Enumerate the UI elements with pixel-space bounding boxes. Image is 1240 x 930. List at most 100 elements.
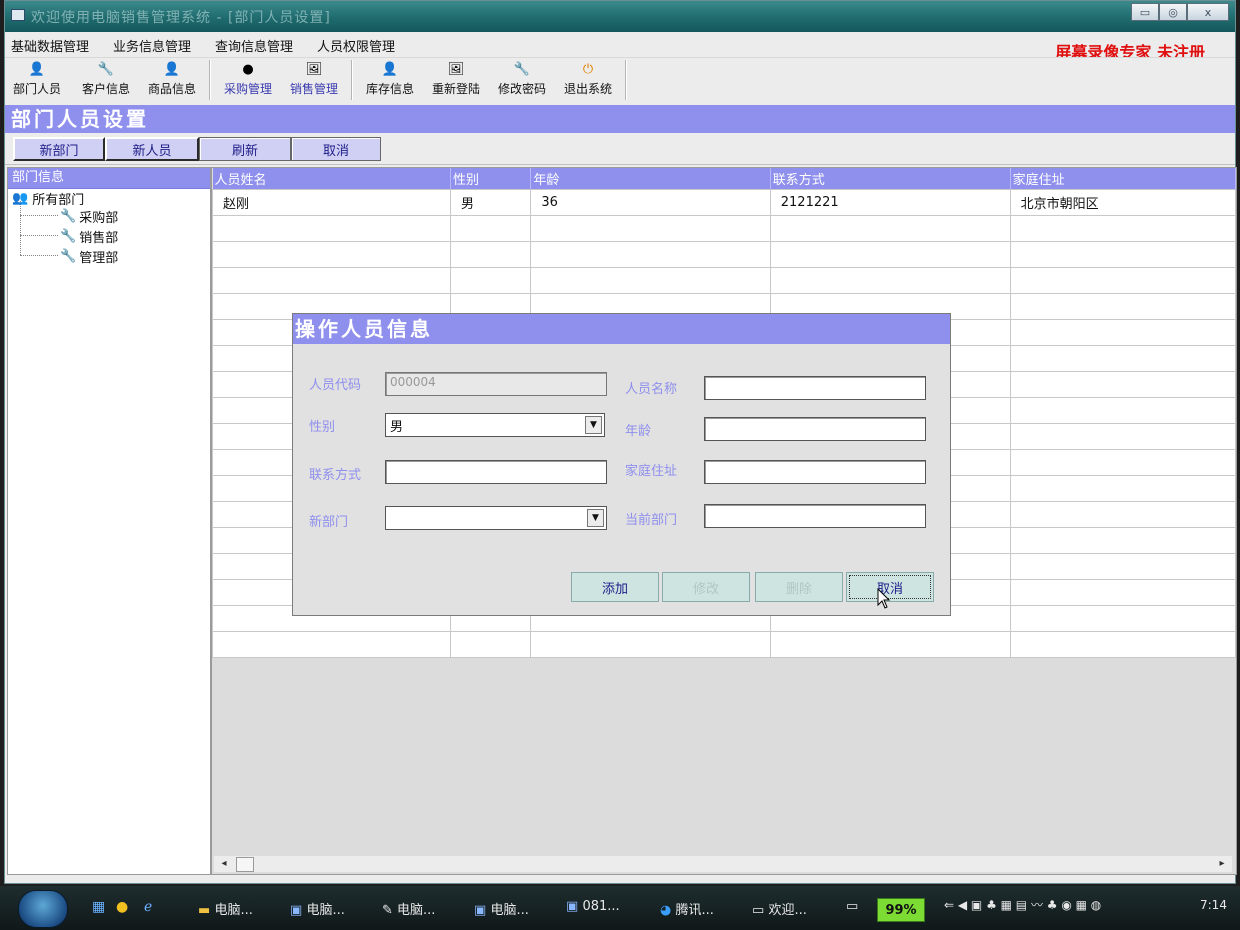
cell-address[interactable] [1009,319,1236,346]
gender-select[interactable]: 男 ▼ [385,413,605,437]
taskbar-item[interactable]: ◕ 腾讯... [660,899,714,918]
cell-contact[interactable] [769,267,1011,294]
scroll-left-arrow[interactable]: ◂ [216,856,232,872]
tree-item-purchase-dept[interactable]: 🔧 采购部 [60,207,118,226]
cell-gender[interactable] [449,241,532,268]
toolbar-product-info[interactable]: 👤 商品信息 [141,62,203,97]
table-row[interactable] [212,215,1236,242]
menu-business-info[interactable]: 业务信息管理 [113,36,191,55]
cell-address[interactable] [1009,527,1236,554]
cell-address[interactable] [1009,215,1236,242]
cell-address[interactable] [1009,579,1236,606]
contact-field[interactable] [385,460,607,484]
new-staff-button[interactable]: 新人员 [105,137,199,161]
edit-button[interactable]: 修改 [662,572,750,602]
toolbar-dept-staff[interactable]: 👤 部门人员 [7,62,67,97]
toolbar-change-password[interactable]: 🔧 修改密码 [491,62,553,97]
chevron-down-icon[interactable]: ▼ [585,416,602,434]
taskbar-item[interactable]: ▣ 081... [566,899,620,914]
cell-contact[interactable] [769,215,1011,242]
browser-icon[interactable]: ℯ [144,899,152,915]
restore-button[interactable]: ◎ [1159,3,1187,21]
cell-age[interactable] [530,215,771,242]
menu-query-info[interactable]: 查询信息管理 [215,36,293,55]
keyboard-icon[interactable]: ▭ [846,899,858,914]
cell-address[interactable] [1009,449,1236,476]
cell-name[interactable] [212,631,451,658]
minimize-button[interactable]: ▭ [1131,3,1159,21]
col-header-name[interactable]: 人员姓名 [212,168,451,190]
taskbar-item[interactable]: ▣ 电脑... [474,899,529,918]
col-header-contact[interactable]: 联系方式 [770,168,1011,190]
toolbar-inventory[interactable]: 👤 库存信息 [359,62,421,97]
cell-name[interactable] [212,267,451,294]
cell-address[interactable] [1009,631,1236,658]
form-cancel-button[interactable]: 取消 [291,137,381,161]
cell-address[interactable] [1009,241,1236,268]
cell-gender[interactable] [449,215,532,242]
table-row[interactable]: 赵刚男 36 2121221 北京市朝阳区 [212,189,1236,216]
cell-contact[interactable]: 2121221 [769,189,1011,216]
toolbar-purchase[interactable]: ● 采购管理 [217,62,279,97]
scroll-thumb[interactable] [236,857,254,872]
delete-button[interactable]: 删除 [755,572,843,602]
refresh-button[interactable]: 刷新 [199,137,291,161]
cell-address[interactable] [1009,267,1236,294]
col-header-gender[interactable]: 性别 [450,168,532,190]
col-header-age[interactable]: 年龄 [530,168,771,190]
quicklaunch-app-icon[interactable]: ● [116,899,128,915]
cell-gender[interactable]: 男 [449,189,532,216]
address-field[interactable] [704,460,926,484]
scroll-right-arrow[interactable]: ▸ [1214,856,1230,872]
new-dept-select[interactable]: ▼ [385,506,607,530]
cell-age[interactable] [530,631,771,658]
cell-address[interactable] [1009,293,1236,320]
menu-basic-data[interactable]: 基础数据管理 [11,36,89,55]
tree-root-all-depts[interactable]: 👥 所有部门 [12,189,84,208]
horizontal-scrollbar[interactable]: ◂ ▸ [214,856,1232,872]
new-dept-button[interactable]: 新部门 [13,137,105,161]
table-row[interactable] [212,267,1236,294]
battery-indicator[interactable]: 99% [877,898,925,922]
cell-address[interactable] [1009,475,1236,502]
cell-age[interactable]: 36 [530,189,771,216]
toolbar-customer-info[interactable]: 🔧 客户信息 [75,62,137,97]
cell-gender[interactable] [449,267,532,294]
close-button[interactable]: ⅹ [1187,3,1229,21]
table-row[interactable] [212,241,1236,268]
cell-contact[interactable] [769,631,1011,658]
cell-name[interactable] [212,215,451,242]
system-tray-icons[interactable]: ⇐ ◀ ▣ ♣ ▦ ▤ 〰 ♣ ◉ ▦ ◍ [944,896,1101,913]
tree-item-sales-dept[interactable]: 🔧 销售部 [60,227,118,246]
cell-address[interactable] [1009,397,1236,424]
cell-address[interactable] [1009,553,1236,580]
menu-user-permission[interactable]: 人员权限管理 [317,36,395,55]
age-field[interactable] [704,417,926,441]
cell-address[interactable] [1009,423,1236,450]
cell-address[interactable] [1009,501,1236,528]
table-row[interactable] [212,631,1236,658]
cell-name[interactable] [212,241,451,268]
toolbar-exit[interactable]: ⏻ 退出系统 [557,62,619,97]
cell-name[interactable]: 赵刚 [212,189,451,216]
taskbar-item[interactable]: ▬ 电脑... [198,899,253,918]
cell-address[interactable]: 北京市朝阳区 [1009,189,1236,216]
cell-contact[interactable] [769,241,1011,268]
cell-address[interactable] [1009,605,1236,632]
clock[interactable]: 7:14 [1200,898,1227,912]
cell-address[interactable] [1009,371,1236,398]
cell-gender[interactable] [449,631,532,658]
taskbar-item[interactable]: ✎ 电脑... [382,899,435,918]
cell-age[interactable] [530,267,771,294]
toolbar-sales[interactable]: 🖼 销售管理 [283,62,345,97]
cell-address[interactable] [1009,345,1236,372]
current-dept-field[interactable] [704,504,926,528]
taskbar-item[interactable]: ▣ 电脑... [290,899,345,918]
cell-age[interactable] [530,241,771,268]
staff-name-field[interactable] [704,376,926,400]
add-button[interactable]: 添加 [571,572,659,602]
show-desktop-icon[interactable]: ▦ [92,899,105,915]
toolbar-relogin[interactable]: 🖼 重新登陆 [425,62,487,97]
col-header-address[interactable]: 家庭住址 [1010,168,1236,190]
chevron-down-icon[interactable]: ▼ [587,509,604,527]
